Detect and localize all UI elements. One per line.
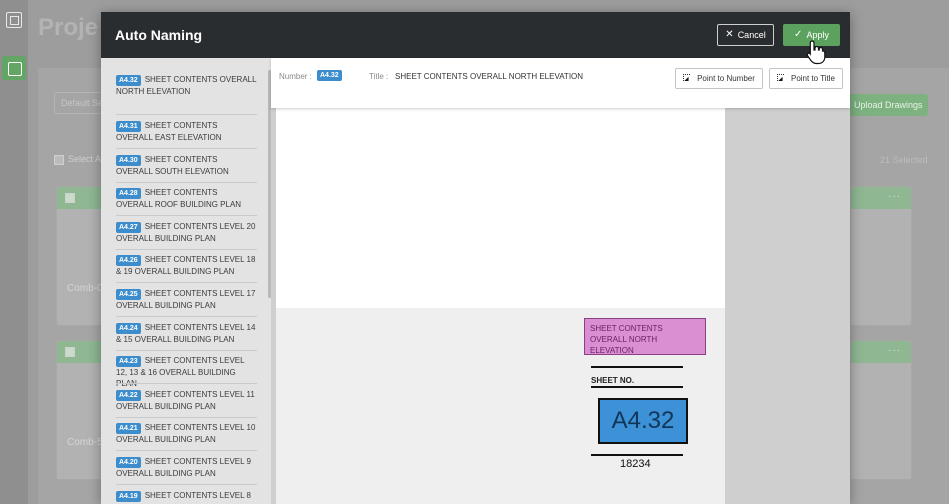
hand-cursor-icon <box>806 40 826 65</box>
card-header: ··· <box>851 341 911 363</box>
sheet-list-item[interactable]: A4.32 SHEET CONTENTS OVERALL NORTH ELEVAT… <box>108 68 257 102</box>
list-divider <box>116 148 257 149</box>
list-divider <box>116 350 257 351</box>
select-all-label: Select Al <box>68 154 104 164</box>
sheet-number-badge: A4.22 <box>116 390 141 401</box>
sheet-no-rule <box>591 386 683 388</box>
sheet-number-badge: A4.31 <box>116 121 141 132</box>
sheet-list-item[interactable]: A4.24 SHEET CONTENTS LEVEL 14 & 15 OVERAL… <box>116 322 256 345</box>
list-divider <box>116 417 257 418</box>
list-divider <box>116 282 257 283</box>
list-divider <box>116 114 257 115</box>
card-label: Comb-0 <box>67 283 103 294</box>
list-divider <box>116 215 257 216</box>
naming-info-bar: Number : A4.32 Title : SHEET CONTENTS OV… <box>271 58 850 108</box>
list-divider <box>116 484 257 485</box>
sheet-list-item[interactable]: A4.19SHEET CONTENTS LEVEL 8 OVERALL BUIL… <box>116 490 256 504</box>
sheet-list-item[interactable]: A4.22 SHEET CONTENTS LEVEL 11 OVERALL BUI… <box>116 389 256 412</box>
card-label: Comb-5 <box>67 437 103 448</box>
sheet-number-badge: A4.30 <box>116 155 141 166</box>
drawings-icon[interactable] <box>2 56 26 80</box>
sheet-number-badge: A4.21 <box>116 423 141 434</box>
more-icon[interactable]: ··· <box>888 191 901 202</box>
page-title: Proje <box>38 14 99 41</box>
checkbox-icon <box>54 154 64 165</box>
title-value: SHEET CONTENTS OVERALL NORTH ELEVATION <box>395 72 584 81</box>
modal-title: Auto Naming <box>115 27 203 43</box>
list-divider <box>116 249 257 250</box>
sheet-list-item[interactable]: A4.30 SHEET CONTENTS OVERALL SOUTH ELEVAT… <box>116 154 256 177</box>
sheet-number-badge: A4.20 <box>116 457 141 468</box>
job-number-rule <box>591 454 683 456</box>
title-block-rule <box>591 366 683 368</box>
sheet-number-badge: A4.28 <box>116 188 141 199</box>
sheet-list-item[interactable]: A4.27 SHEET CONTENTS LEVEL 20 OVERALL BUI… <box>116 221 256 244</box>
checkbox-icon[interactable] <box>65 347 75 357</box>
sheet-list-item[interactable]: A4.26 SHEET CONTENTS LEVEL 18 & 19 OVERAL… <box>116 254 256 277</box>
sheet-list: A4.32 SHEET CONTENTS OVERALL NORTH ELEVAT… <box>101 58 271 504</box>
sheet-number-badge: A4.26 <box>116 255 141 266</box>
modal-header: Auto Naming ✕ Cancel ✓ Apply <box>101 12 850 58</box>
sheet-number-badge: A4.27 <box>116 222 141 233</box>
list-divider <box>116 182 257 183</box>
sheet-list-item[interactable]: A4.31 SHEET CONTENTS OVERALL EAST ELEVATI… <box>116 120 256 143</box>
select-all[interactable]: Select Al <box>54 154 103 165</box>
list-divider <box>116 316 257 317</box>
number-value-badge: A4.32 <box>317 70 342 81</box>
list-divider <box>116 383 257 384</box>
pointer-select-icon <box>683 74 692 83</box>
list-divider <box>116 450 257 451</box>
drawing-card[interactable]: ··· <box>850 340 912 480</box>
number-label: Number : <box>279 72 312 81</box>
sheet-number-highlight[interactable]: A4.32 <box>598 398 688 444</box>
sheet-number-badge: A4.25 <box>116 289 141 300</box>
app-rail <box>0 0 28 504</box>
point-to-number-button[interactable]: Point to Number <box>675 68 763 89</box>
cancel-label: Cancel <box>737 30 766 40</box>
drawing-preview: SHEET CONTENTS OVERALL NORTH ELEVATION S… <box>271 58 850 504</box>
point-to-number-label: Point to Number <box>697 74 755 83</box>
sheet-number-badge: A4.23 <box>116 356 141 367</box>
sheet-list-item[interactable]: A4.28 SHEET CONTENTS OVERALL ROOF BUILDIN… <box>116 187 256 210</box>
sheet-list-item[interactable]: A4.21 SHEET CONTENTS LEVEL 10 OVERALL BUI… <box>116 422 256 445</box>
title-label: Title : <box>369 72 389 81</box>
upload-drawings-button[interactable]: Upload Drawings <box>846 94 928 116</box>
sheet-number-badge: A4.24 <box>116 323 141 334</box>
job-number: 18234 <box>620 458 651 470</box>
layout-icon[interactable] <box>6 12 22 28</box>
checkbox-icon[interactable] <box>65 193 75 203</box>
drawing-card[interactable]: Comb-5 <box>56 340 106 480</box>
more-icon[interactable]: ··· <box>888 345 901 356</box>
title-block-highlight[interactable]: SHEET CONTENTS OVERALL NORTH ELEVATION <box>584 318 706 355</box>
point-to-title-label: Point to Title <box>790 74 836 83</box>
sheet-no-label: SHEET NO. <box>591 376 635 385</box>
check-icon: ✓ <box>794 29 803 40</box>
cancel-button[interactable]: ✕ Cancel <box>717 24 774 46</box>
sheet-list-item[interactable]: A4.20 SHEET CONTENTS LEVEL 9 OVERALL BUIL… <box>116 456 256 479</box>
drawing-card[interactable]: Comb-0 <box>56 186 106 326</box>
drawing-card[interactable]: ··· <box>850 186 912 326</box>
sheet-number-badge: A4.19 <box>116 491 141 502</box>
sheet-list-item[interactable]: A4.25 SHEET CONTENTS LEVEL 17 OVERALL BUI… <box>116 288 256 311</box>
card-header <box>57 341 105 363</box>
card-header: ··· <box>851 187 911 209</box>
point-to-title-button[interactable]: Point to Title <box>769 68 843 89</box>
sheet-number-badge: A4.32 <box>116 75 141 86</box>
close-icon: ✕ <box>725 29 734 40</box>
pointer-select-icon <box>776 74 786 83</box>
selected-count: 21 Selected <box>880 155 928 165</box>
card-header <box>57 187 105 209</box>
auto-naming-modal: Auto Naming ✕ Cancel ✓ Apply A4.32 SHEET … <box>101 12 850 504</box>
